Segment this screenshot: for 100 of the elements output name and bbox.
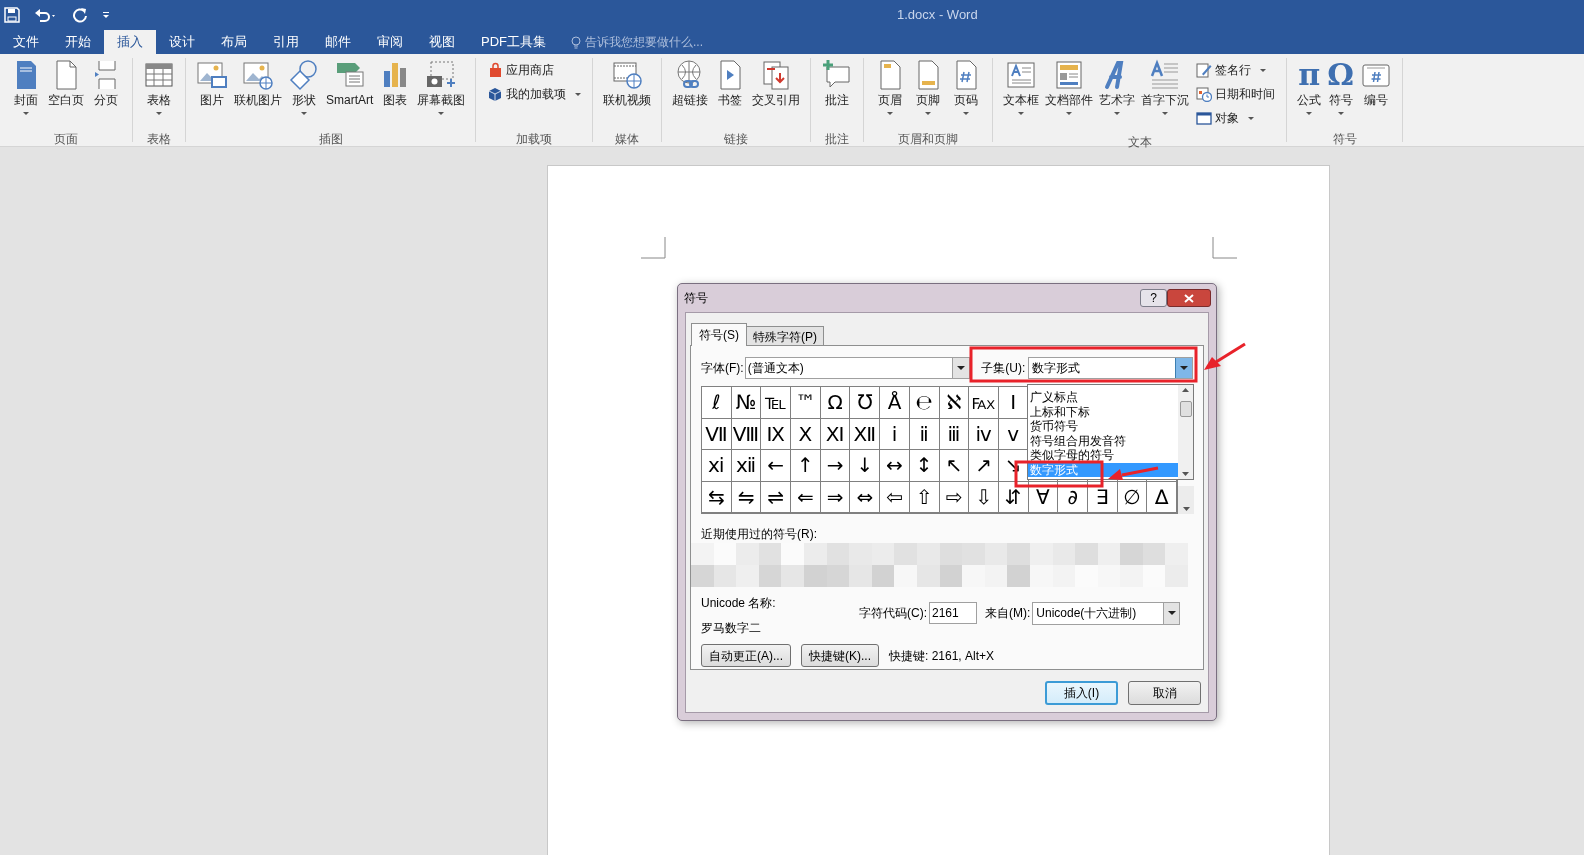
ribbon-button[interactable]: 对象 [1194, 107, 1278, 129]
symbol-cell[interactable]: → [820, 450, 851, 482]
symbol-cell[interactable]: ⇵ [998, 481, 1029, 513]
symbol-cell[interactable]: ⇧ [909, 481, 940, 513]
character-code-field[interactable]: 2161 [929, 602, 977, 624]
ribbon-button[interactable]: 我的加载项 [485, 83, 584, 105]
symbol-cell[interactable]: ← [761, 450, 792, 482]
symbol-cell[interactable]: ∂ [1058, 481, 1088, 513]
symbol-cell[interactable]: ⇆ [702, 481, 732, 513]
ribbon-tab[interactable]: 审阅 [364, 30, 416, 54]
customize-caret-icon[interactable] [102, 11, 110, 19]
symbol-cell[interactable]: ⇋ [731, 481, 762, 513]
symbol-cell[interactable]: ⅻ [731, 450, 762, 482]
ribbon-tab[interactable]: 引用 [260, 30, 312, 54]
symbol-cell[interactable]: ∃ [1087, 481, 1118, 513]
symbol-cell[interactable]: Ⅹ [791, 418, 821, 450]
ribbon-button[interactable]: 编号 [1357, 58, 1396, 120]
symbol-cell[interactable]: ∅ [1117, 481, 1148, 513]
symbol-cell[interactable]: ⇦ [880, 481, 910, 513]
symbol-cell[interactable]: ℵ [939, 387, 970, 419]
ribbon-button[interactable]: 形状 [285, 58, 323, 120]
dialog-button[interactable]: 自动更正(A)... [701, 644, 791, 667]
help-button[interactable]: ? [1140, 289, 1167, 307]
symbol-cell[interactable]: Ⅶ [702, 418, 732, 450]
dialog-tab[interactable]: 特殊字符(P) [746, 326, 824, 346]
symbol-cell[interactable]: ℡ [761, 387, 792, 419]
tell-me-field[interactable]: 告诉我您想要做什么... [571, 30, 703, 54]
symbol-cell[interactable]: ∆ [1147, 481, 1177, 513]
symbol-cell[interactable]: Ⅸ [761, 418, 792, 450]
ribbon-button[interactable]: 首字下沉 [1138, 58, 1193, 120]
subset-option[interactable]: 类似字母的符号 [1028, 448, 1178, 463]
ribbon-button[interactable]: 交叉引用 [749, 58, 804, 120]
symbol-cell[interactable]: ∀ [1028, 481, 1059, 513]
symbol-cell[interactable]: ℓ [702, 387, 732, 419]
undo-icon[interactable] [34, 7, 58, 23]
grid-scrollbar[interactable] [1178, 486, 1194, 514]
ribbon-tab[interactable]: 插入 [104, 30, 156, 54]
ribbon-button[interactable]: 超链接 [669, 58, 712, 120]
ribbon-button[interactable]: 签名行 [1194, 59, 1278, 81]
dialog-button[interactable]: 快捷键(K)... [801, 644, 879, 667]
symbol-cell[interactable]: ⇐ [791, 481, 821, 513]
ribbon-button[interactable]: 表格 [140, 58, 178, 120]
ribbon-button[interactable]: 页眉 [871, 58, 910, 120]
ribbon-button[interactable]: 联机视频 [600, 58, 655, 120]
ribbon-button[interactable]: 文本框 [1000, 58, 1043, 120]
symbol-cell[interactable]: Ⅺ [820, 418, 851, 450]
scroll-thumb[interactable] [1179, 401, 1192, 417]
symbol-cell[interactable]: ↑ [791, 450, 821, 482]
symbol-cell[interactable]: ↖ [939, 450, 970, 482]
symbol-cell[interactable]: ↗ [969, 450, 999, 482]
ribbon-button[interactable]: 应用商店 [485, 59, 584, 81]
symbol-cell[interactable]: № [731, 387, 762, 419]
subset-option[interactable]: 符号组合用发音符 [1028, 433, 1178, 448]
symbol-cell[interactable]: ↓ [850, 450, 881, 482]
symbol-cell[interactable]: ↕ [909, 450, 940, 482]
symbol-cell[interactable]: ⅳ [969, 418, 999, 450]
symbol-cell[interactable]: Ⅻ [850, 418, 881, 450]
ribbon-tab[interactable]: 开始 [52, 30, 104, 54]
ribbon-tab[interactable]: 布局 [208, 30, 260, 54]
ribbon-button[interactable]: 空白页 [45, 58, 87, 120]
ribbon-button[interactable]: 文档部件 [1042, 58, 1097, 120]
symbol-cell[interactable]: ⅱ [909, 418, 940, 450]
subset-dropdown[interactable]: 数字形式 [1028, 357, 1193, 379]
dialog-button[interactable]: 插入(I) [1045, 681, 1118, 705]
dialog-tab[interactable]: 符号(S) [691, 323, 747, 346]
ribbon-button[interactable]: 日期和时间 [1194, 83, 1278, 105]
ribbon-button[interactable]: 图表 [376, 58, 415, 120]
ribbon-button[interactable]: 联机图片 [231, 58, 285, 120]
symbol-cell[interactable]: Ω [820, 387, 851, 419]
ribbon-button[interactable]: 图片 [193, 58, 231, 120]
subset-option[interactable]: 上标和下标 [1028, 404, 1178, 419]
ribbon-button[interactable]: Ω 符号 [1324, 58, 1358, 120]
ribbon-button[interactable]: 批注 [818, 58, 857, 120]
subset-option[interactable]: 广义标点 [1028, 390, 1178, 405]
ribbon-button[interactable]: SmartArt [323, 58, 377, 120]
font-dropdown[interactable]: (普通文本) [744, 357, 971, 379]
symbol-cell[interactable]: Ⅷ [731, 418, 762, 450]
ribbon-button[interactable]: 书签 [711, 58, 750, 120]
ribbon-tab[interactable]: 文件 [0, 30, 52, 54]
ribbon-tab[interactable]: PDF工具集 [468, 30, 559, 54]
ribbon-button[interactable]: 页脚 [909, 58, 948, 120]
ribbon-button[interactable]: 分页 [87, 58, 125, 120]
dialog-button[interactable]: 取消 [1128, 681, 1201, 705]
symbol-cell[interactable]: ⇩ [969, 481, 999, 513]
symbol-cell[interactable]: ⇌ [761, 481, 792, 513]
ribbon-tab[interactable]: 邮件 [312, 30, 364, 54]
symbol-cell[interactable]: ℮ [909, 387, 940, 419]
ribbon-button[interactable]: 艺术字 [1096, 58, 1139, 120]
ribbon-button[interactable]: 页码 [947, 58, 986, 120]
ribbon-button[interactable]: π 公式 [1294, 58, 1325, 120]
symbol-cell[interactable]: ℻ [969, 387, 999, 419]
ribbon-button[interactable]: 屏幕截图 [414, 58, 469, 120]
subset-option[interactable]: 货币符号 [1028, 419, 1178, 434]
symbol-cell[interactable]: ⅰ [880, 418, 910, 450]
ribbon-button[interactable]: 封面 [7, 58, 45, 120]
symbol-cell[interactable]: ™ [791, 387, 821, 419]
symbol-cell[interactable]: Å [880, 387, 910, 419]
symbol-cell[interactable]: ⇨ [939, 481, 970, 513]
symbol-cell[interactable]: ⇔ [850, 481, 881, 513]
close-button[interactable] [1167, 289, 1211, 307]
